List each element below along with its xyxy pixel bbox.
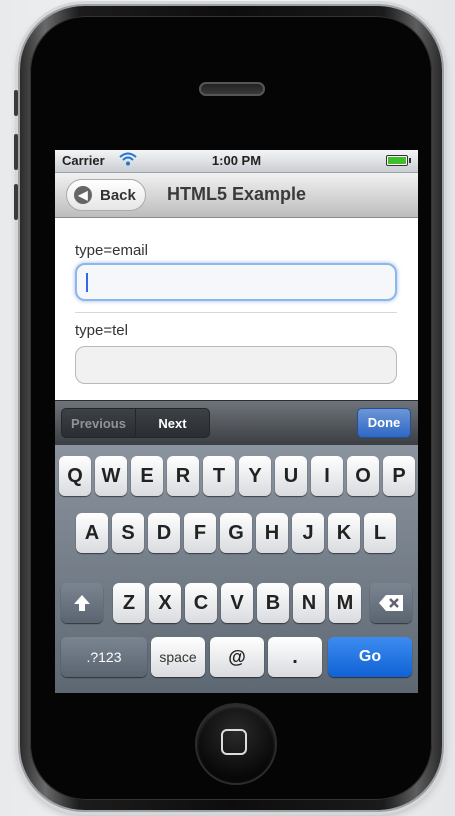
key-i[interactable]: I [311, 456, 343, 496]
text-caret [86, 273, 88, 292]
key-c[interactable]: C [185, 583, 217, 623]
delete-key[interactable] [370, 583, 412, 623]
phone-screen: Carrier 1:00 PM ◀ Back HTML5 Example typ… [55, 150, 418, 693]
home-square-icon [221, 729, 247, 755]
key-z[interactable]: Z [113, 583, 145, 623]
key-g[interactable]: G [220, 513, 252, 553]
previous-button[interactable]: Previous [61, 408, 136, 438]
key-k[interactable]: K [328, 513, 360, 553]
battery-nub [409, 158, 411, 163]
key-m[interactable]: M [329, 583, 361, 623]
done-button[interactable]: Done [357, 408, 411, 438]
key-w[interactable]: W [95, 456, 127, 496]
at-key[interactable]: @ [210, 637, 264, 677]
status-bar: Carrier 1:00 PM [55, 150, 418, 173]
home-button[interactable] [197, 705, 275, 783]
volume-down-button [14, 184, 18, 220]
key-u[interactable]: U [275, 456, 307, 496]
key-d[interactable]: D [148, 513, 180, 553]
tel-field-label: type=tel [75, 322, 128, 339]
key-l[interactable]: L [364, 513, 396, 553]
next-button[interactable]: Next [135, 408, 210, 438]
key-e[interactable]: E [131, 456, 163, 496]
key-v[interactable]: V [221, 583, 253, 623]
dot-key[interactable]: . [268, 637, 322, 677]
key-q[interactable]: Q [59, 456, 91, 496]
back-arrow-icon: ◀ [74, 186, 92, 204]
back-button-label: Back [100, 187, 136, 204]
battery-icon [386, 155, 411, 166]
field-separator [75, 312, 397, 313]
page-title: HTML5 Example [167, 184, 307, 204]
go-key[interactable]: Go [328, 637, 412, 677]
back-button[interactable]: ◀ Back [66, 179, 146, 211]
status-time: 1:00 PM [211, 153, 262, 168]
space-key[interactable]: space [151, 637, 205, 677]
key-o[interactable]: O [347, 456, 379, 496]
key-b[interactable]: B [257, 583, 289, 623]
key-s[interactable]: S [112, 513, 144, 553]
battery-level-fill [388, 157, 406, 164]
numbers-key[interactable]: .?123 [61, 637, 147, 677]
shift-key[interactable] [61, 583, 103, 623]
key-t[interactable]: T [203, 456, 235, 496]
shift-arrow-icon [74, 595, 90, 611]
email-field-label: type=email [75, 242, 148, 259]
key-r[interactable]: R [167, 456, 199, 496]
backspace-icon [379, 595, 403, 611]
key-p[interactable]: P [383, 456, 415, 496]
ringer-switch [14, 90, 18, 116]
key-j[interactable]: J [292, 513, 324, 553]
onscreen-keyboard: QWERTYUIOP ASDFGHJKL ZXCVBNM .?123 space… [55, 445, 418, 693]
key-h[interactable]: H [256, 513, 288, 553]
earpiece-speaker [199, 82, 265, 96]
tel-field[interactable] [75, 346, 397, 384]
navigation-bar: ◀ Back HTML5 Example [55, 173, 418, 218]
form-accessory-bar: Previous Next Done [55, 400, 418, 445]
key-a[interactable]: A [76, 513, 108, 553]
key-x[interactable]: X [149, 583, 181, 623]
key-y[interactable]: Y [239, 456, 271, 496]
email-field[interactable] [75, 263, 397, 301]
key-f[interactable]: F [184, 513, 216, 553]
key-n[interactable]: N [293, 583, 325, 623]
volume-up-button [14, 134, 18, 170]
